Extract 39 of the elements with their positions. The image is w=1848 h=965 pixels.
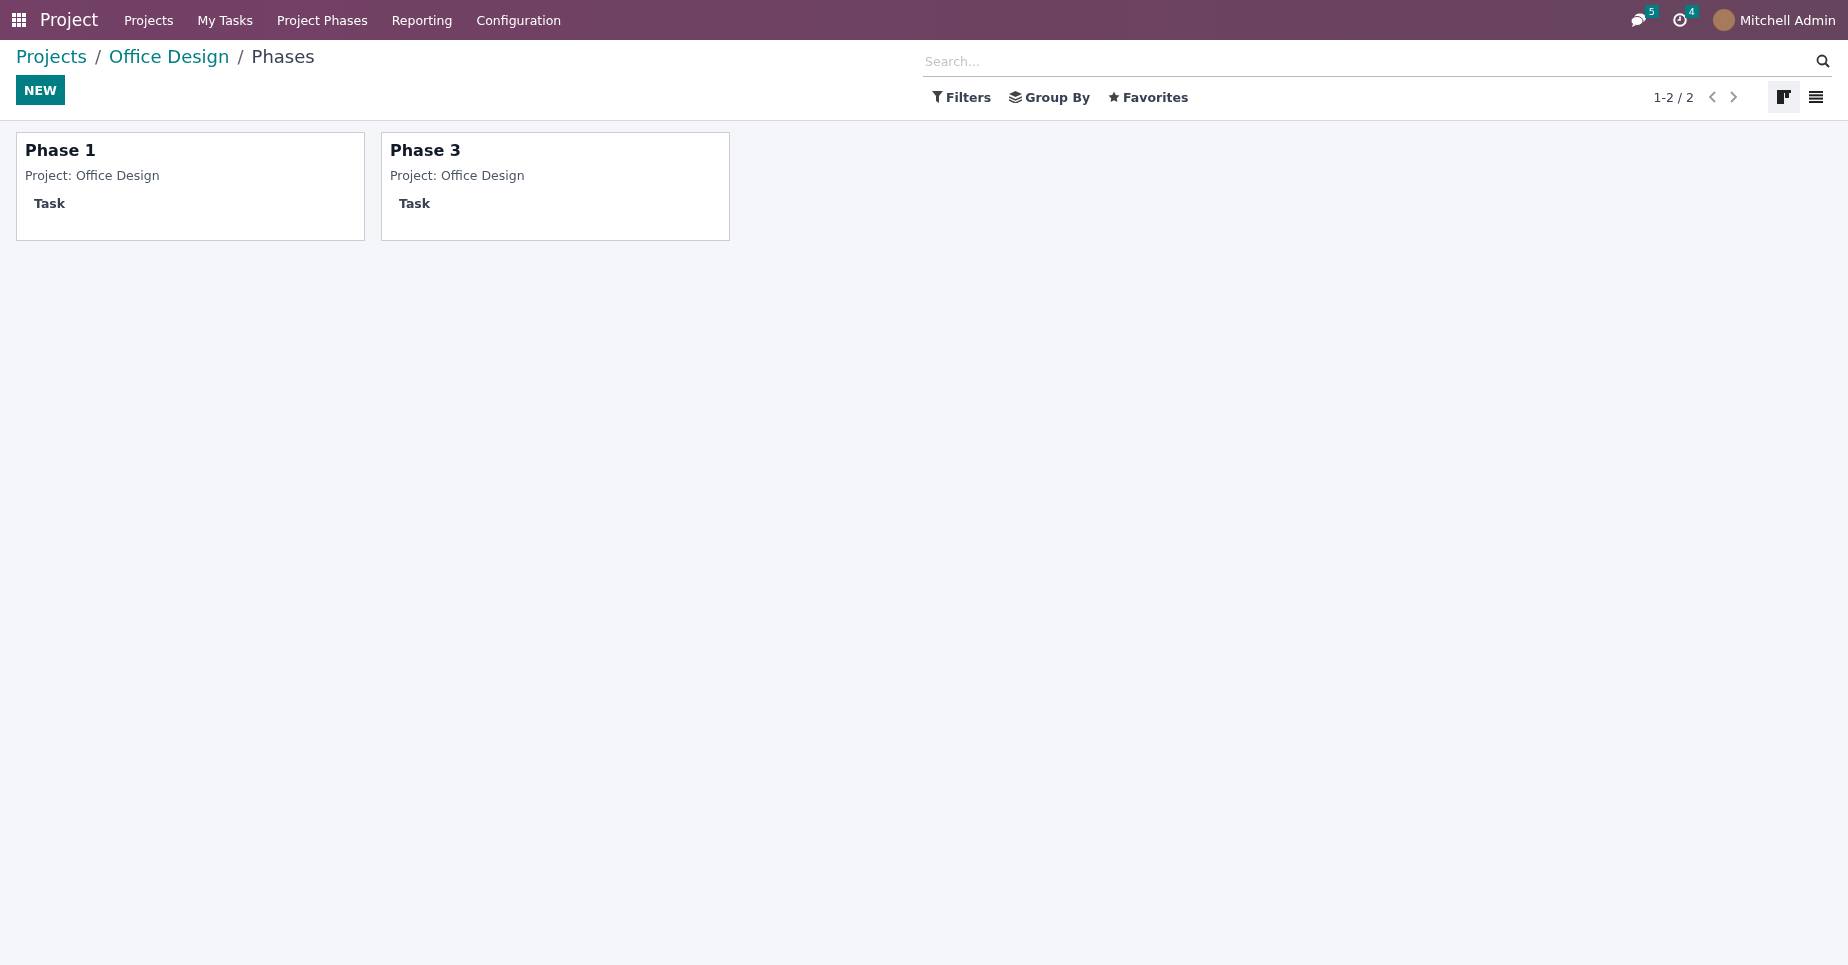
card-title: Phase 1 <box>25 141 96 160</box>
task-button[interactable]: Task <box>390 191 440 216</box>
breadcrumb-link[interactable]: Projects <box>16 46 87 67</box>
card-project: Project: Office Design <box>25 168 160 183</box>
notification-badge: 4 <box>1684 5 1699 18</box>
phase-card[interactable]: Phase 1 Project: Office Design Task <box>16 132 365 241</box>
menu-item[interactable]: My Tasks <box>185 12 266 28</box>
filter-dropdown-button[interactable]: Favorites <box>1099 89 1198 105</box>
chevron-right-icon[interactable] <box>1728 90 1738 104</box>
search-icon[interactable] <box>1816 54 1830 68</box>
star-icon <box>1108 91 1121 103</box>
breadcrumb-separator: / <box>237 46 244 67</box>
menu-item[interactable]: Reporting <box>379 12 465 28</box>
filter-dropdown-button[interactable]: Filters <box>923 89 1001 105</box>
card-title: Phase 3 <box>390 141 461 160</box>
filter-icon <box>932 91 943 103</box>
app-grid-icon[interactable] <box>12 13 26 27</box>
menu-item[interactable]: Projects <box>112 12 186 28</box>
task-button[interactable]: Task <box>25 191 75 216</box>
kanban-view-button[interactable] <box>1768 81 1800 113</box>
notification-badge: 5 <box>1644 5 1659 18</box>
menu-item[interactable]: Configuration <box>464 12 574 28</box>
filter-dropdown-button[interactable]: Group By <box>1000 89 1100 105</box>
breadcrumb-current: Phases <box>251 46 315 67</box>
breadcrumb-link[interactable]: Office Design <box>109 46 230 67</box>
pager-value: 1-2 / 2 <box>1653 89 1694 105</box>
layers-icon <box>1009 91 1023 103</box>
chevron-left-icon[interactable] <box>1708 90 1718 104</box>
user-name[interactable]: Mitchell Admin <box>1739 12 1836 28</box>
phase-card[interactable]: Phase 3 Project: Office Design Task <box>381 132 730 241</box>
clock-icon[interactable] <box>1672 13 1687 27</box>
list-icon <box>1809 91 1823 103</box>
chat-icon[interactable] <box>1630 13 1647 27</box>
kanban-icon <box>1777 90 1791 104</box>
card-project: Project: Office Design <box>390 168 525 183</box>
breadcrumb-separator: / <box>94 46 102 67</box>
menu-item[interactable]: Project Phases <box>265 12 380 28</box>
new-button[interactable]: NEW <box>16 75 65 105</box>
app-name[interactable]: Project <box>40 10 99 30</box>
